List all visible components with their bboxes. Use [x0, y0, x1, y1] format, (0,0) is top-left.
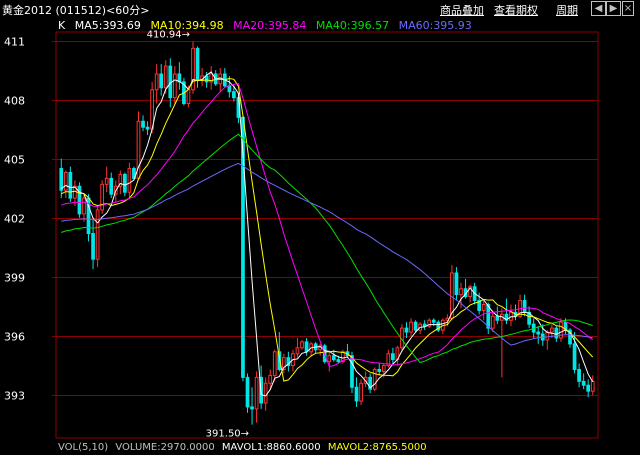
candle-body — [232, 91, 236, 99]
candle-body — [350, 355, 354, 388]
candles — [59, 41, 595, 425]
candle-body — [454, 272, 459, 296]
ma10-line — [61, 77, 594, 382]
candle-body — [372, 368, 377, 390]
candle-body — [172, 73, 177, 99]
candle-body — [586, 384, 591, 392]
candle-body — [123, 173, 127, 193]
ma-legend: K MA5:393.69 MA10:394.98 MA20:395.84 MA4… — [58, 19, 478, 32]
candle-body — [63, 171, 68, 191]
candle-body — [422, 323, 427, 327]
candle-body — [295, 347, 300, 355]
candle-body — [331, 355, 336, 361]
y-tick-label: 408 — [4, 95, 25, 108]
candle-body — [263, 382, 268, 404]
vol-indicator-label: VOL(5,10) — [58, 442, 109, 453]
mavol2-value: MAVOL2:8765.5000 — [327, 442, 427, 453]
mavol1-value: MAVOL1:8860.6000 — [221, 442, 321, 453]
candle-body — [304, 341, 309, 353]
candle-body — [481, 303, 486, 311]
candle-body — [145, 126, 150, 130]
legend-ma5: MA5:393.69 — [74, 19, 141, 32]
candle-body — [163, 65, 168, 89]
candle-body — [554, 327, 559, 339]
candle-body — [104, 177, 109, 185]
candle-body — [572, 343, 577, 370]
legend-ma10: MA10:394.98 — [150, 19, 224, 32]
candle-body — [59, 168, 64, 191]
candle-body — [409, 321, 413, 333]
candle-body — [204, 75, 209, 83]
volume-legend: VOL(5,10) VOLUME:2970.0000 MAVOL1:8860.6… — [58, 442, 431, 453]
candle-body — [82, 197, 86, 215]
candle-body — [268, 374, 273, 384]
candle-body — [413, 321, 418, 331]
legend-prefix: K — [58, 19, 66, 32]
candle-body — [300, 341, 304, 349]
y-tick-label: 399 — [4, 272, 25, 285]
candle-body — [159, 73, 164, 89]
candle-body — [109, 177, 114, 195]
candle-body — [245, 376, 250, 408]
legend-ma60: MA60:395.93 — [398, 19, 472, 32]
ma5-line — [61, 71, 594, 397]
y-tick-label: 396 — [4, 331, 25, 344]
candle-body — [127, 168, 132, 193]
candle-body — [490, 315, 495, 329]
chart-grid — [55, 31, 599, 439]
legend-ma20: MA20:395.84 — [233, 19, 307, 32]
volume-value: VOLUME:2970.0000 — [115, 442, 215, 453]
chart-frame — [55, 31, 599, 439]
candle-body — [581, 380, 586, 386]
candle-body — [186, 89, 191, 105]
candle-body — [154, 73, 159, 91]
candle-body — [100, 183, 105, 211]
price-chart[interactable]: 411408405402399396393 410.94→391.50→ — [0, 0, 640, 455]
candle-body — [545, 331, 550, 341]
y-tick-label: 405 — [4, 154, 25, 167]
low-annotation: 391.50→ — [206, 429, 249, 440]
candle-body — [377, 368, 382, 372]
y-tick-label: 402 — [4, 213, 25, 226]
candle-body — [354, 386, 359, 402]
ma20-line — [61, 83, 594, 367]
candle-body — [522, 300, 527, 313]
candle-body — [91, 233, 95, 260]
candle-body — [391, 353, 395, 361]
candle-body — [495, 315, 500, 321]
legend-ma40: MA40:396.57 — [315, 19, 390, 32]
candle-body — [272, 351, 277, 376]
ma40-line — [61, 133, 593, 364]
candle-body — [359, 382, 363, 402]
candle-body — [227, 85, 232, 93]
candle-body — [195, 47, 200, 81]
candle-body — [381, 365, 386, 372]
candle-body — [577, 368, 581, 382]
candle-body — [404, 327, 409, 333]
candle-body — [536, 331, 541, 335]
candle-body — [250, 406, 254, 410]
candle-body — [254, 376, 259, 410]
candle-body — [336, 359, 341, 363]
y-tick-label: 411 — [4, 36, 25, 49]
y-axis: 411 408 405 402 399 396 393 — [4, 36, 56, 403]
moving-average-lines — [61, 71, 594, 397]
candle-body — [95, 209, 100, 260]
candle-body — [431, 319, 436, 323]
candle-body — [327, 355, 332, 363]
candle-body — [590, 381, 595, 392]
y-tick-label: 393 — [4, 390, 25, 403]
candle-body — [68, 171, 73, 199]
candle-body — [141, 120, 145, 128]
candle-body — [549, 327, 554, 333]
candle-body — [459, 288, 463, 296]
